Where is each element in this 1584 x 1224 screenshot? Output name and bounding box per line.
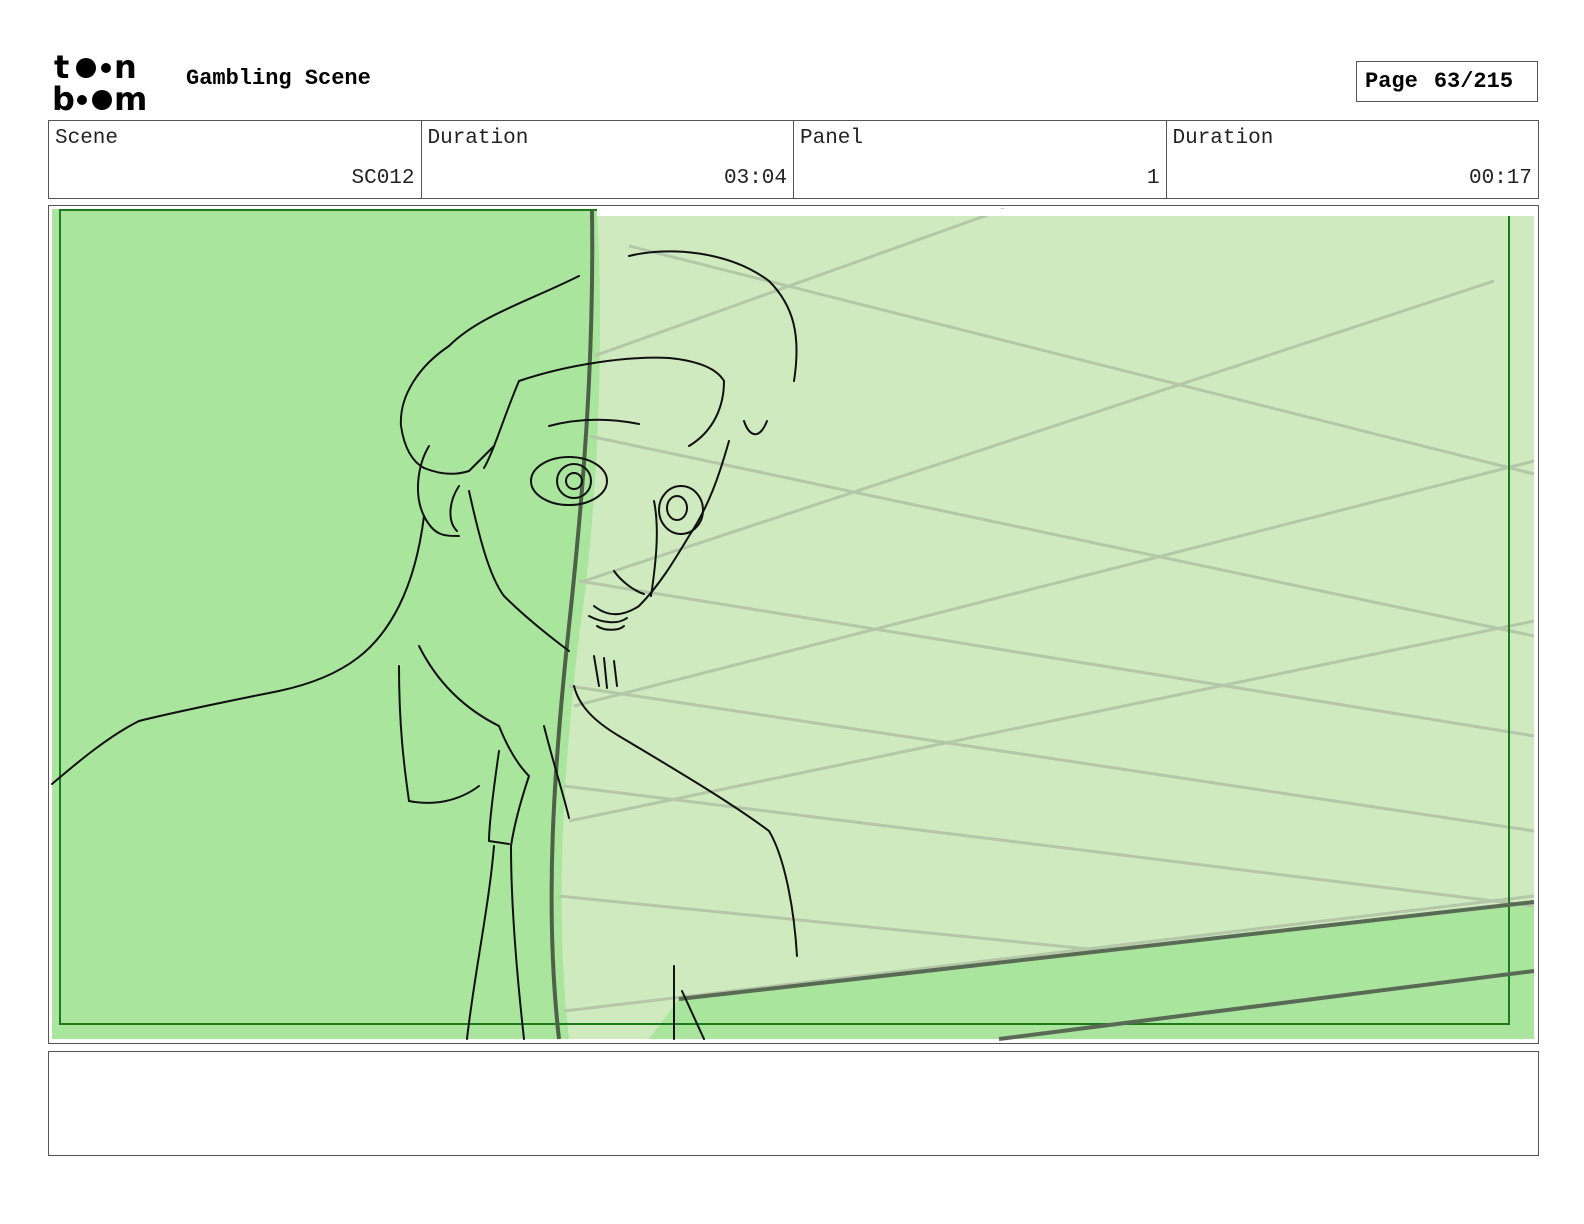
- toon-boom-logo: t n b m: [52, 50, 147, 114]
- scene-duration-value: 03:04: [723, 167, 787, 190]
- panel-value: 1: [1146, 167, 1160, 190]
- scene-cell: Scene SC012: [49, 121, 422, 198]
- panel-cell: Panel 1: [794, 121, 1167, 198]
- panel-duration-value: 00:17: [1468, 167, 1532, 190]
- storyboard-sketch-image: [51, 207, 1535, 1041]
- scene-info-table: Scene SC012 Duration 03:04 Panel 1 Durat…: [48, 120, 1539, 199]
- scene-duration-cell: Duration 03:04: [422, 121, 794, 198]
- page-number: 63/215: [1433, 69, 1514, 94]
- panel-duration-cell: Duration 00:17: [1167, 121, 1539, 198]
- scene-duration-label: Duration: [427, 127, 529, 150]
- panel-duration-label: Duration: [1172, 127, 1274, 150]
- project-title: Gambling Scene: [186, 66, 371, 91]
- page-label: Page: [1365, 69, 1418, 94]
- svg-text:b: b: [52, 80, 75, 114]
- panel-notes-box: [48, 1051, 1539, 1156]
- panel-label: Panel: [800, 127, 864, 150]
- svg-text:m: m: [114, 80, 147, 114]
- scene-value: SC012: [351, 167, 415, 190]
- scene-label: Scene: [55, 127, 119, 150]
- page-indicator: Page 63/215: [1356, 61, 1538, 102]
- storyboard-panel: [48, 205, 1539, 1044]
